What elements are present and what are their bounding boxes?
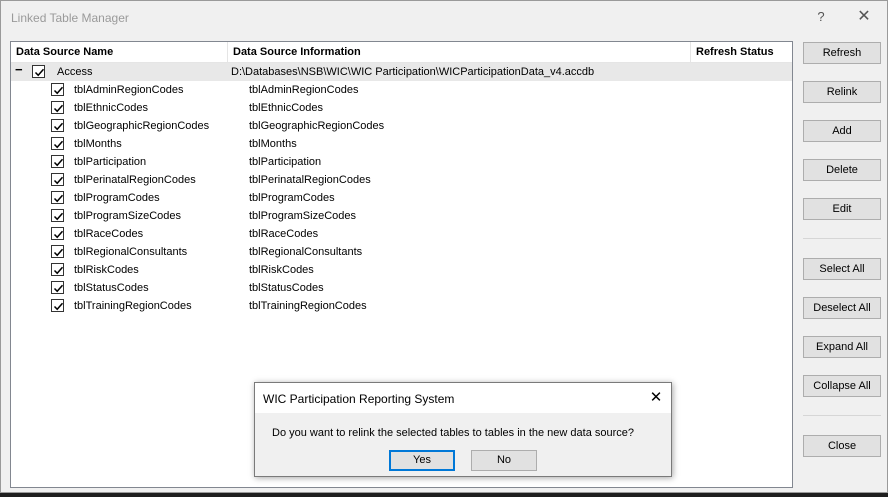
checkmark-icon <box>34 68 45 77</box>
table-row[interactable]: tblEthnicCodes tblEthnicCodes <box>11 99 792 117</box>
table-checkbox[interactable] <box>51 227 64 240</box>
table-row[interactable]: tblProgramSizeCodes tblProgramSizeCodes <box>11 207 792 225</box>
list-header: Data Source Name Data Source Information… <box>11 42 792 63</box>
table-source-info: tblMonths <box>249 138 297 150</box>
yes-button[interactable]: Yes <box>389 450 455 471</box>
dialog-message: Do you want to relink the selected table… <box>272 427 634 439</box>
group-row-access[interactable]: − Access D:\Databases\NSB\WIC\WIC Partic… <box>11 63 792 81</box>
group-checkbox[interactable] <box>32 65 45 78</box>
expand-all-button[interactable]: Expand All <box>803 336 881 358</box>
checkmark-icon <box>53 212 64 221</box>
table-name: tblParticipation <box>74 156 147 168</box>
group-label: Access <box>57 66 93 78</box>
close-button[interactable]: Close <box>803 435 881 457</box>
table-source-info: tblEthnicCodes <box>249 102 323 114</box>
table-checkbox[interactable] <box>51 299 64 312</box>
separator <box>803 238 881 239</box>
checkmark-icon <box>53 284 64 293</box>
dialog-close-button[interactable]: ✕ <box>646 388 666 408</box>
dialog-title: WIC Participation Reporting System <box>263 392 455 406</box>
table-row[interactable]: tblRaceCodes tblRaceCodes <box>11 225 792 243</box>
select-all-button[interactable]: Select All <box>803 258 881 280</box>
checkmark-icon <box>53 158 64 167</box>
table-checkbox[interactable] <box>51 209 64 222</box>
help-button[interactable]: ? <box>809 7 833 27</box>
table-row[interactable]: tblRiskCodes tblRiskCodes <box>11 261 792 279</box>
dialog-title-bar: WIC Participation Reporting System ✕ <box>255 383 671 413</box>
checkmark-icon <box>53 266 64 275</box>
table-source-info: tblGeographicRegionCodes <box>249 120 385 132</box>
table-source-info: tblStatusCodes <box>249 282 324 294</box>
table-source-info: tblTrainingRegionCodes <box>249 300 367 312</box>
checkmark-icon <box>53 230 64 239</box>
deselect-all-button[interactable]: Deselect All <box>803 297 881 319</box>
table-checkbox[interactable] <box>51 191 64 204</box>
table-checkbox[interactable] <box>51 281 64 294</box>
table-row[interactable]: tblMonths tblMonths <box>11 135 792 153</box>
table-row[interactable]: tblParticipation tblParticipation <box>11 153 792 171</box>
table-checkbox[interactable] <box>51 155 64 168</box>
refresh-button[interactable]: Refresh <box>803 42 881 64</box>
table-name: tblRaceCodes <box>74 228 144 240</box>
table-checkbox[interactable] <box>51 245 64 258</box>
relink-button[interactable]: Relink <box>803 81 881 103</box>
table-source-info: tblProgramSizeCodes <box>249 210 356 222</box>
table-checkbox[interactable] <box>51 119 64 132</box>
table-name: tblGeographicRegionCodes <box>74 120 210 132</box>
edit-button[interactable]: Edit <box>803 198 881 220</box>
relink-confirm-dialog: WIC Participation Reporting System ✕ Do … <box>254 382 672 477</box>
window-close-button[interactable]: ✕ <box>852 7 876 27</box>
checkmark-icon <box>53 140 64 149</box>
table-row[interactable]: tblPerinatalRegionCodes tblPerinatalRegio… <box>11 171 792 189</box>
table-name: tblStatusCodes <box>74 282 149 294</box>
table-name: tblEthnicCodes <box>74 102 148 114</box>
table-name: tblTrainingRegionCodes <box>74 300 192 312</box>
table-name: tblRegionalConsultants <box>74 246 188 258</box>
column-header-data-source-name[interactable]: Data Source Name <box>11 42 228 63</box>
checkmark-icon <box>53 86 64 95</box>
table-source-info: tblAdminRegionCodes <box>249 84 359 96</box>
table-name: tblAdminRegionCodes <box>74 84 184 96</box>
window-title: Linked Table Manager <box>11 11 129 25</box>
table-checkbox[interactable] <box>51 101 64 114</box>
table-checkbox[interactable] <box>51 173 64 186</box>
checkmark-icon <box>53 248 64 257</box>
table-source-info: tblRaceCodes <box>249 228 319 240</box>
table-name: tblPerinatalRegionCodes <box>74 174 196 186</box>
table-checkbox[interactable] <box>51 263 64 276</box>
table-source-info: tblParticipation <box>249 156 322 168</box>
table-source-info: tblPerinatalRegionCodes <box>249 174 371 186</box>
collapse-group-icon[interactable]: − <box>15 63 25 76</box>
checkmark-icon <box>53 122 64 131</box>
table-row[interactable]: tblGeographicRegionCodes tblGeographicReg… <box>11 117 792 135</box>
checkmark-icon <box>53 194 64 203</box>
table-source-info: tblProgramCodes <box>249 192 335 204</box>
checkmark-icon <box>53 302 64 311</box>
group-data-source-path: D:\Databases\NSB\WIC\WIC Participation\W… <box>231 66 595 78</box>
table-source-info: tblRiskCodes <box>249 264 314 276</box>
table-name: tblProgramSizeCodes <box>74 210 181 222</box>
table-row[interactable]: tblStatusCodes tblStatusCodes <box>11 279 792 297</box>
checkmark-icon <box>53 176 64 185</box>
table-source-info: tblRegionalConsultants <box>249 246 363 258</box>
table-row[interactable]: tblTrainingRegionCodes tblTrainingRegionC… <box>11 297 792 315</box>
table-checkbox[interactable] <box>51 83 64 96</box>
table-name: tblRiskCodes <box>74 264 139 276</box>
table-row[interactable]: tblAdminRegionCodes tblAdminRegionCodes <box>11 81 792 99</box>
separator <box>803 415 881 416</box>
checkmark-icon <box>53 104 64 113</box>
table-name: tblMonths <box>74 138 122 150</box>
add-button[interactable]: Add <box>803 120 881 142</box>
no-button[interactable]: No <box>471 450 537 471</box>
column-header-data-source-information[interactable]: Data Source Information <box>228 42 691 63</box>
collapse-all-button[interactable]: Collapse All <box>803 375 881 397</box>
delete-button[interactable]: Delete <box>803 159 881 181</box>
table-checkbox[interactable] <box>51 137 64 150</box>
column-header-refresh-status[interactable]: Refresh Status <box>691 42 792 63</box>
table-row[interactable]: tblProgramCodes tblProgramCodes <box>11 189 792 207</box>
table-name: tblProgramCodes <box>74 192 160 204</box>
table-row[interactable]: tblRegionalConsultants tblRegionalConsult… <box>11 243 792 261</box>
